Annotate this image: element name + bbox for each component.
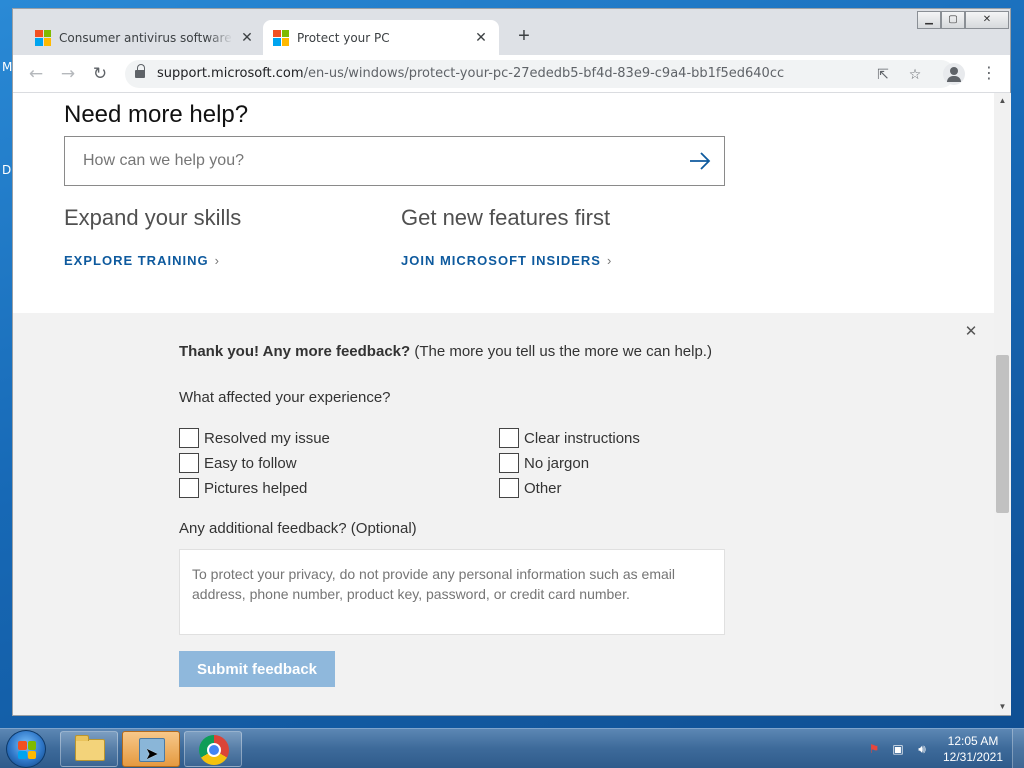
feedback-thanks: Thank you! Any more feedback? (The more …	[179, 343, 712, 360]
back-button[interactable]: ←	[23, 61, 49, 87]
browser-window: Consumer antivirus software providers fo…	[12, 8, 1011, 716]
mouse-cursor-icon: ➤	[145, 744, 159, 763]
checkbox[interactable]	[179, 453, 199, 473]
feedback-panel: ✕ Thank you! Any more feedback? (The mor…	[13, 313, 994, 715]
help-search-input[interactable]	[65, 137, 665, 185]
browser-toolbar: ← → ↻ support.microsoft.com/en-us/window…	[13, 55, 1010, 93]
checkbox[interactable]	[499, 478, 519, 498]
minimize-button[interactable]: ▁	[917, 11, 941, 29]
windows-logo-icon	[18, 741, 36, 759]
checkbox-no-jargon[interactable]: No jargon	[499, 453, 589, 473]
new-features-heading: Get new features first	[401, 205, 611, 230]
chevron-right-icon: ›	[606, 253, 613, 268]
new-tab-button[interactable]: +	[511, 23, 537, 49]
additional-feedback-label: Any additional feedback? (Optional)	[179, 520, 417, 537]
taskbar: ➤ ⚑ ▣ 🔊︎ 12:05 AM 12/31/2021	[0, 728, 1024, 768]
scroll-down-icon[interactable]: ▼	[994, 699, 1011, 715]
system-clock[interactable]: 12:05 AM 12/31/2021	[940, 733, 1006, 765]
share-icon[interactable]: ⇱	[871, 62, 895, 86]
close-tab-icon[interactable]: ✕	[473, 30, 489, 46]
forward-button[interactable]: →	[55, 61, 81, 87]
maximize-button[interactable]: ▢	[941, 11, 965, 29]
lock-icon[interactable]	[135, 64, 145, 80]
checkbox[interactable]	[179, 428, 199, 448]
tab-title: Protect your PC	[297, 30, 390, 45]
checkbox-pictures-helped[interactable]: Pictures helped	[179, 478, 307, 498]
tab-title: Consumer antivirus software providers fo…	[59, 30, 233, 45]
explore-training-link[interactable]: EXPLORE TRAINING ›	[64, 253, 220, 268]
tab-strip: Consumer antivirus software providers fo…	[13, 9, 1010, 55]
taskbar-explorer-button[interactable]	[60, 731, 118, 767]
checkbox[interactable]	[499, 453, 519, 473]
show-desktop-button[interactable]	[1012, 729, 1024, 768]
tab-antivirus[interactable]: Consumer antivirus software providers fo…	[25, 20, 265, 55]
network-icon[interactable]: ▣	[890, 741, 906, 757]
clock-time: 12:05 AM	[947, 734, 999, 748]
folder-icon	[75, 735, 105, 761]
chevron-right-icon: ›	[214, 253, 220, 268]
page-scrollbar[interactable]: ▲ ▼	[994, 93, 1011, 715]
clock-date: 12/31/2021	[942, 750, 1004, 764]
checkbox-other[interactable]: Other	[499, 478, 562, 498]
chrome-icon	[199, 735, 229, 765]
checkbox[interactable]	[499, 428, 519, 448]
checkbox-resolved-my-issue[interactable]: Resolved my issue	[179, 428, 330, 448]
reload-button[interactable]: ↻	[87, 61, 113, 87]
desktop-icon-label: M	[2, 60, 13, 74]
bookmark-star-icon[interactable]: ☆	[903, 62, 927, 86]
url-text[interactable]: support.microsoft.com/en-us/windows/prot…	[157, 66, 784, 81]
submit-feedback-button[interactable]: Submit feedback	[179, 651, 335, 687]
page-viewport: Need more help? Expand your skills EXPLO…	[13, 93, 994, 715]
taskbar-setup-button[interactable]: ➤	[122, 731, 180, 767]
microsoft-logo-icon	[273, 29, 289, 46]
expand-skills-heading: Expand your skills	[64, 205, 242, 230]
close-window-button[interactable]: ✕	[965, 11, 1009, 29]
desktop-icon-label: D	[2, 163, 12, 177]
checkbox-clear-instructions[interactable]: Clear instructions	[499, 428, 640, 448]
volume-icon[interactable]: 🔊︎	[914, 741, 930, 757]
arrow-right-icon[interactable]	[688, 149, 712, 173]
microsoft-logo-icon	[35, 29, 51, 46]
tab-protect-your-pc[interactable]: Protect your PC ✕	[263, 20, 499, 55]
additional-feedback-textarea[interactable]	[179, 549, 725, 635]
close-tab-icon[interactable]: ✕	[239, 30, 255, 46]
feedback-question: What affected your experience?	[179, 389, 391, 406]
browser-menu-icon[interactable]: ⋮	[979, 61, 999, 87]
action-center-flag-icon[interactable]: ⚑	[866, 741, 882, 757]
close-icon[interactable]: ✕	[963, 323, 979, 339]
address-bar[interactable]: support.microsoft.com/en-us/windows/prot…	[125, 60, 955, 88]
profile-avatar[interactable]	[943, 63, 965, 85]
start-button[interactable]	[6, 730, 46, 768]
taskbar-chrome-button[interactable]	[184, 731, 242, 767]
scroll-up-icon[interactable]: ▲	[994, 93, 1011, 109]
join-insiders-link[interactable]: JOIN MICROSOFT INSIDERS ›	[401, 253, 612, 268]
checkbox-easy-to-follow[interactable]: Easy to follow	[179, 453, 297, 473]
scrollbar-thumb[interactable]	[996, 355, 1009, 513]
checkbox[interactable]	[179, 478, 199, 498]
need-more-help-heading: Need more help?	[64, 101, 249, 128]
help-search-box	[64, 136, 725, 186]
